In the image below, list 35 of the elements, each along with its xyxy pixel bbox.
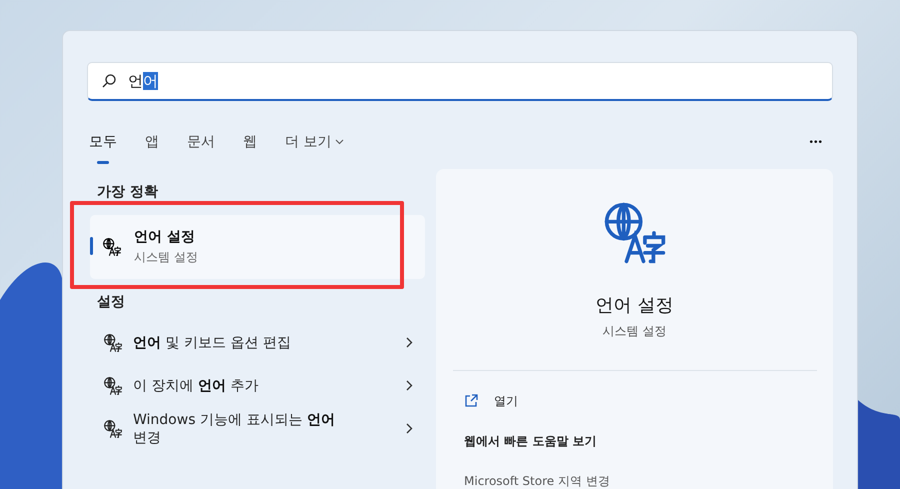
section-heading: 가장 정확 xyxy=(97,183,159,201)
result-label: Windows 기능에 표시되는 언어 변경 xyxy=(133,410,336,446)
action-label: 열기 xyxy=(494,392,518,410)
section-heading: 설정 xyxy=(97,293,126,311)
search-field[interactable]: 언어 xyxy=(87,62,833,101)
chevron-right-icon xyxy=(406,423,413,434)
filter-tab[interactable]: 더 보기 xyxy=(283,133,346,165)
open-action[interactable]: 열기 xyxy=(464,381,833,421)
language-icon xyxy=(103,418,123,438)
settings-result-item[interactable]: Windows 기능에 표시되는 언어 변경 xyxy=(87,407,425,450)
settings-result-item[interactable]: 언어 및 키보드 옵션 편집 xyxy=(87,321,425,364)
selected-text: 어 xyxy=(143,72,158,90)
preview-subtitle: 시스템 설정 xyxy=(602,323,666,340)
language-icon xyxy=(102,237,122,257)
more-options-button[interactable]: ••• xyxy=(807,134,825,150)
help-link[interactable]: Microsoft Store 지역 변경 xyxy=(464,461,833,489)
quick-help-heading: 웹에서 빠른 도움말 보기 xyxy=(464,432,598,450)
search-text: 언어 xyxy=(128,72,158,90)
result-subtitle: 시스템 설정 xyxy=(134,249,198,266)
search-icon xyxy=(102,74,116,88)
language-icon xyxy=(103,332,123,352)
best-match-item[interactable]: 언어 설정 시스템 설정 xyxy=(90,215,425,279)
open-external-icon xyxy=(464,394,478,408)
preview-title: 언어 설정 xyxy=(596,294,674,317)
chevron-right-icon xyxy=(406,380,413,391)
filter-tab[interactable]: 문서 xyxy=(185,133,217,165)
filter-tab[interactable]: 웹 xyxy=(241,133,259,165)
filter-tab[interactable]: 앱 xyxy=(143,133,161,165)
result-label: 언어 및 키보드 옵션 편집 xyxy=(133,334,292,352)
chevron-right-icon xyxy=(406,337,413,348)
filter-tab[interactable]: 모두 xyxy=(87,133,119,165)
result-label: 이 장치에 언어 추가 xyxy=(133,376,260,394)
language-icon xyxy=(103,376,123,396)
result-title: 언어 설정 xyxy=(134,228,196,246)
settings-result-item[interactable]: 이 장치에 언어 추가 xyxy=(87,364,425,407)
